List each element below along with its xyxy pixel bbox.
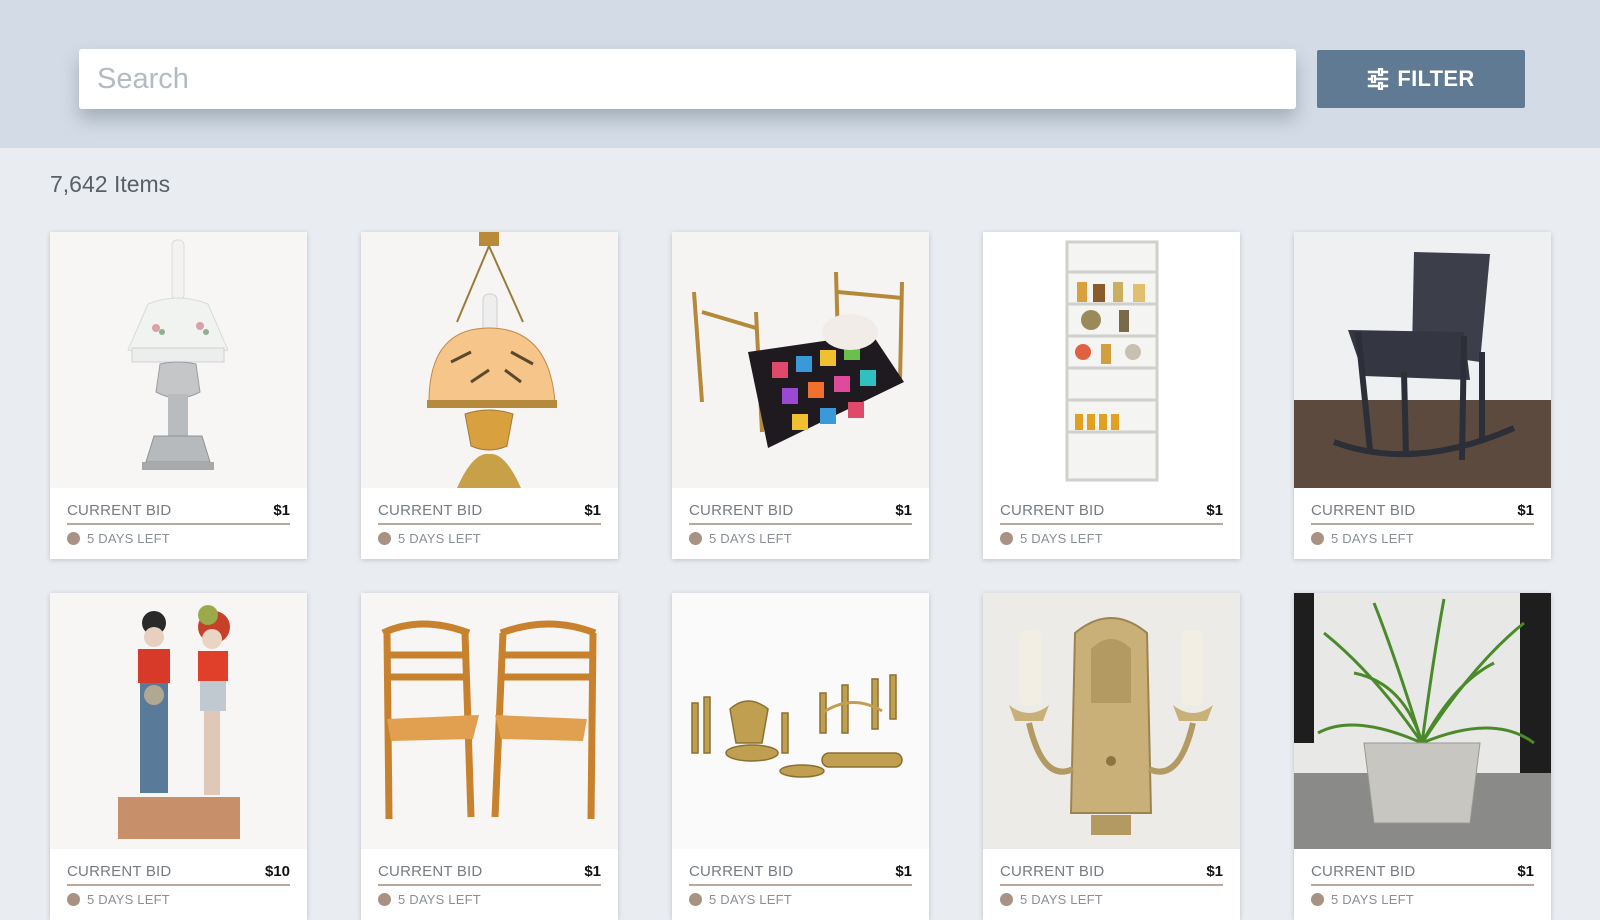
current-bid-label: CURRENT BID <box>67 502 172 519</box>
item-card[interactable]: CURRENT BID $1 5 DAYS LEFT <box>672 593 929 920</box>
item-photo <box>983 232 1240 488</box>
sliders-icon <box>1368 68 1389 90</box>
item-photo <box>672 593 929 849</box>
header-bar: FILTER <box>0 0 1600 148</box>
status-dot-icon <box>67 532 80 545</box>
time-left: 5 DAYS LEFT <box>398 531 481 546</box>
status-dot-icon <box>378 532 391 545</box>
item-photo <box>1294 232 1551 488</box>
current-bid-value: $1 <box>1206 502 1223 519</box>
item-card[interactable]: CURRENT BID $1 5 DAYS LEFT <box>50 232 307 559</box>
item-photo <box>361 593 618 849</box>
current-bid-value: $1 <box>895 863 912 880</box>
item-photo <box>1294 593 1551 849</box>
time-left: 5 DAYS LEFT <box>1020 531 1103 546</box>
item-photo <box>983 593 1240 849</box>
time-left: 5 DAYS LEFT <box>87 531 170 546</box>
current-bid-value: $1 <box>895 502 912 519</box>
status-dot-icon <box>689 532 702 545</box>
item-photo <box>50 593 307 849</box>
item-photo <box>361 232 618 488</box>
current-bid-label: CURRENT BID <box>1311 863 1416 880</box>
current-bid-label: CURRENT BID <box>378 863 483 880</box>
current-bid-label: CURRENT BID <box>1311 502 1416 519</box>
filter-label: FILTER <box>1397 66 1475 91</box>
item-card[interactable]: CURRENT BID $1 5 DAYS LEFT <box>672 232 929 559</box>
item-card[interactable]: CURRENT BID $1 5 DAYS LEFT <box>983 232 1240 559</box>
current-bid-label: CURRENT BID <box>689 863 794 880</box>
items-grid: CURRENT BID $1 5 DAYS LEFT CURRENT BID $… <box>50 232 1551 920</box>
item-card[interactable]: CURRENT BID $1 5 DAYS LEFT <box>361 232 618 559</box>
current-bid-value: $1 <box>1517 502 1534 519</box>
search-input[interactable] <box>79 49 1296 109</box>
time-left: 5 DAYS LEFT <box>1331 531 1414 546</box>
current-bid-label: CURRENT BID <box>1000 863 1105 880</box>
item-card[interactable]: CURRENT BID $1 5 DAYS LEFT <box>361 593 618 920</box>
item-card[interactable]: CURRENT BID $10 5 DAYS LEFT <box>50 593 307 920</box>
results-count: 7,642 Items <box>50 171 171 197</box>
time-left: 5 DAYS LEFT <box>709 531 792 546</box>
item-card[interactable]: CURRENT BID $1 5 DAYS LEFT <box>1294 593 1551 920</box>
current-bid-value: $1 <box>1517 863 1534 880</box>
current-bid-value: $1 <box>584 863 601 880</box>
current-bid-label: CURRENT BID <box>689 502 794 519</box>
item-card[interactable]: CURRENT BID $1 5 DAYS LEFT <box>983 593 1240 920</box>
filter-button[interactable]: FILTER <box>1317 50 1525 108</box>
current-bid-value: $1 <box>1206 863 1223 880</box>
current-bid-value: $1 <box>273 502 290 519</box>
current-bid-label: CURRENT BID <box>378 502 483 519</box>
item-card[interactable]: CURRENT BID $1 5 DAYS LEFT <box>1294 232 1551 559</box>
current-bid-value: $1 <box>584 502 601 519</box>
current-bid-label: CURRENT BID <box>1000 502 1105 519</box>
current-bid-value: $10 <box>264 863 290 880</box>
current-bid-label: CURRENT BID <box>67 863 172 880</box>
status-dot-icon <box>1311 532 1324 545</box>
item-photo <box>672 232 929 488</box>
item-photo <box>50 232 307 488</box>
status-dot-icon <box>1000 532 1013 545</box>
